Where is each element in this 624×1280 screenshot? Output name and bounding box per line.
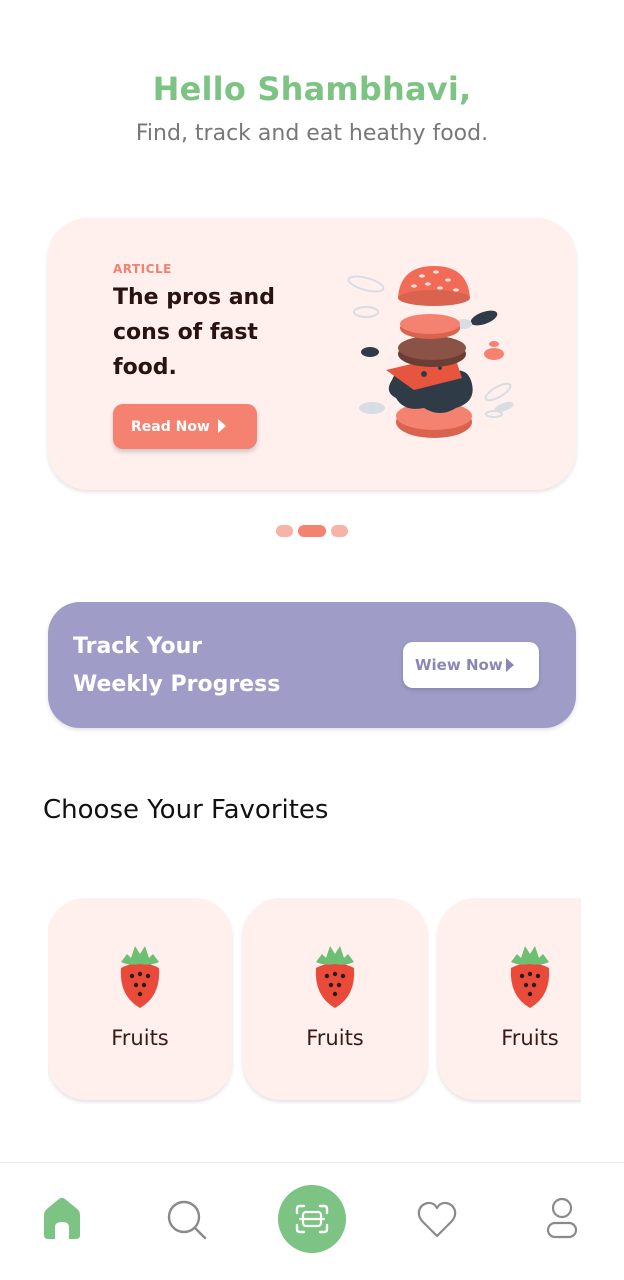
profile-icon[interactable]	[545, 1197, 579, 1241]
progress-title: Track Your Weekly Progress	[73, 628, 280, 704]
article-tag: ARTICLE	[113, 262, 172, 276]
search-icon[interactable]	[166, 1199, 208, 1241]
carousel-pager	[0, 525, 624, 539]
favorites-heading: Choose Your Favorites	[43, 795, 329, 825]
play-arrow-icon	[506, 658, 514, 672]
favorite-card[interactable]: Fruits	[243, 898, 427, 1100]
favorite-label: Fruits	[111, 1026, 169, 1050]
favorite-label: Fruits	[306, 1026, 364, 1050]
view-now-label: Wiew Now	[415, 656, 503, 674]
read-now-button[interactable]: Read Now	[113, 404, 257, 449]
bottom-navigation	[0, 1162, 624, 1280]
progress-title-line1: Track Your	[73, 634, 203, 659]
scan-button[interactable]	[278, 1185, 346, 1253]
article-title: The pros and cons of fast food.	[113, 285, 275, 380]
favorite-label: Fruits	[501, 1026, 559, 1050]
pager-dot-active[interactable]	[298, 525, 326, 537]
burger-illustration	[347, 266, 514, 438]
home-screen: Hello Shambhavi, Find, track and eat hea…	[0, 0, 624, 1280]
weekly-progress-card[interactable]: Track Your Weekly Progress Wiew Now	[48, 602, 576, 728]
favorite-card[interactable]: Fruits	[48, 898, 232, 1100]
greeting-subtitle: Find, track and eat heathy food.	[135, 121, 489, 146]
pager-dot[interactable]	[276, 525, 293, 537]
pager-dot[interactable]	[331, 525, 348, 537]
scan-icon	[295, 1204, 329, 1234]
favorite-card[interactable]: Fruits	[438, 898, 581, 1100]
progress-title-line2: Weekly Progress	[73, 672, 281, 697]
strawberry-icon	[120, 946, 160, 1008]
view-now-button[interactable]: Wiew Now	[403, 642, 539, 688]
strawberry-icon	[510, 946, 550, 1008]
strawberry-icon	[315, 946, 355, 1008]
favorites-list[interactable]: Fruits Fruits Fruits	[48, 898, 581, 1104]
read-now-label: Read Now	[131, 418, 210, 435]
greeting-title: Hello Shambhavi,	[152, 70, 472, 108]
play-arrow-icon	[218, 419, 226, 433]
home-icon[interactable]	[40, 1195, 84, 1241]
article-card[interactable]: ARTICLE The pros and cons of fast food. …	[48, 218, 576, 490]
heart-icon[interactable]	[417, 1201, 457, 1239]
